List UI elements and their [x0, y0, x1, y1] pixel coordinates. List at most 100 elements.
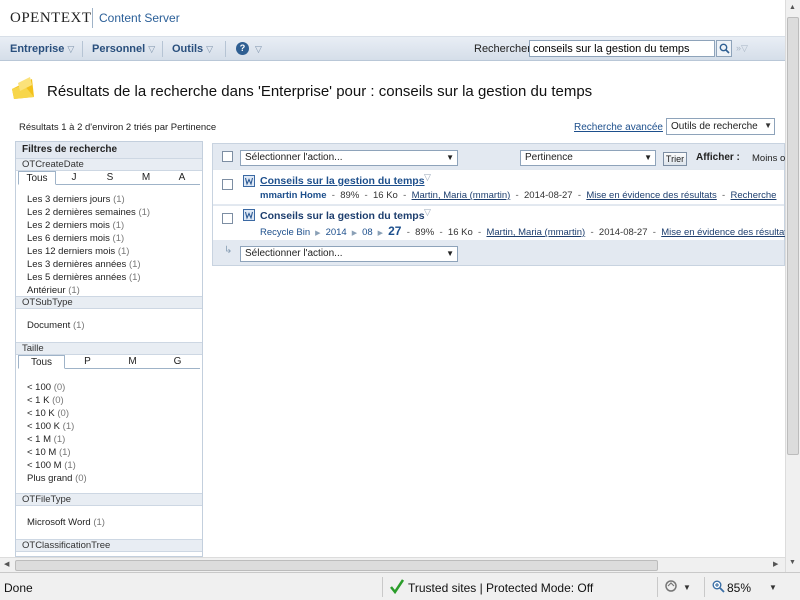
breadcrumb-recycle-bin[interactable]: Recycle Bin: [260, 227, 310, 238]
chevron-down-icon[interactable]: ▼: [769, 583, 777, 592]
facet-header-size[interactable]: Taille: [16, 342, 202, 355]
result-size: 16 Ko: [447, 227, 473, 238]
result-count: Résultats 1 à 2 d'environ 2 triés par Pe…: [19, 122, 217, 133]
scroll-thumb[interactable]: [15, 560, 658, 571]
tab-large[interactable]: G: [155, 355, 200, 368]
word-document-icon: [243, 175, 255, 187]
tab-small[interactable]: P: [65, 355, 110, 368]
facet-header-createdate[interactable]: OTCreateDate: [16, 158, 202, 171]
result-author[interactable]: Martin, Maria (mmartin): [412, 190, 511, 201]
show-value[interactable]: Moins o: [752, 153, 785, 164]
scroll-left-icon[interactable]: ◀: [4, 560, 9, 568]
product-name: Content Server: [99, 11, 180, 25]
help-menu-caret[interactable]: ▽: [252, 43, 262, 55]
date-facet-list: Les 3 derniers jours (1) Les 2 dernières…: [16, 185, 202, 296]
facet-header-subtype[interactable]: OTSubType: [16, 296, 202, 309]
select-all-checkbox[interactable]: [222, 151, 233, 162]
facet-header-classification[interactable]: OTClassificationTree: [16, 539, 202, 552]
breadcrumb-day[interactable]: 27: [388, 224, 401, 238]
chevron-down-icon: ▽: [206, 44, 214, 54]
results-toolbar-bottom: ↳ Sélectionner l'action... ▼: [213, 242, 784, 264]
facet-item[interactable]: < 1 M (1): [27, 433, 191, 446]
brand-header: OPENTEXT Content Server: [0, 0, 785, 37]
facet-item[interactable]: Les 12 derniers mois (1): [27, 245, 191, 258]
chevron-down-icon[interactable]: ▽: [424, 207, 431, 218]
facet-item[interactable]: Plus grand (0): [27, 472, 191, 485]
search-results-icon: [12, 77, 34, 99]
facet-item[interactable]: Les 2 derniers mois (1): [27, 219, 191, 232]
result-author[interactable]: Martin, Maria (mmartin): [486, 227, 585, 238]
highlight-results-link[interactable]: Mise en évidence des résultats: [586, 190, 716, 201]
result-score: 89%: [415, 227, 435, 238]
tab-year[interactable]: A: [164, 171, 200, 184]
advanced-search-link[interactable]: Recherche avancée: [574, 122, 663, 133]
scroll-thumb[interactable]: [787, 17, 799, 455]
tab-all[interactable]: Tous: [18, 171, 56, 185]
action-select-top[interactable]: Sélectionner l'action... ▼: [240, 150, 458, 166]
breadcrumb-year[interactable]: 2014: [326, 227, 347, 238]
vertical-scrollbar[interactable]: ▲ ▼: [785, 0, 800, 572]
result-date: 2014-08-27: [524, 190, 573, 201]
facet-item[interactable]: Les 6 derniers mois (1): [27, 232, 191, 245]
facet-item[interactable]: Les 3 dernières années (1): [27, 258, 191, 271]
chevron-down-icon[interactable]: ▽: [424, 172, 431, 183]
status-separator: [704, 577, 705, 597]
result-date: 2014-08-27: [598, 227, 648, 238]
search-filters-panel: Filtres de recherche OTCreateDate Tous J…: [15, 141, 203, 557]
search-input[interactable]: [529, 40, 715, 57]
facet-item[interactable]: < 100 (0): [27, 381, 191, 394]
size-tabs: Tous P M G: [18, 355, 200, 369]
result-meta: mmartin Home - 89% - 16 Ko - Martin, Mar…: [260, 190, 777, 201]
sort-select[interactable]: Pertinence ▼: [520, 150, 656, 166]
facet-item[interactable]: < 10 M (1): [27, 446, 191, 459]
chevron-down-icon[interactable]: ▼: [683, 583, 691, 592]
similar-search-link[interactable]: Recherche: [731, 190, 777, 201]
help-icon[interactable]: ?: [236, 42, 249, 55]
tab-day[interactable]: J: [56, 171, 92, 184]
search-tools-select[interactable]: Outils de recherche ▼: [666, 118, 775, 135]
scroll-down-icon[interactable]: ▼: [789, 559, 796, 566]
security-zone[interactable]: Trusted sites | Protected Mode: Off: [408, 581, 593, 595]
facet-item[interactable]: Microsoft Word (1): [27, 516, 191, 529]
menu-entreprise[interactable]: Entreprise ▽: [10, 43, 74, 55]
result-checkbox[interactable]: [222, 179, 233, 190]
result-title-link[interactable]: Conseils sur la gestion du temps: [260, 175, 425, 187]
tab-month[interactable]: M: [128, 171, 164, 184]
facet-item[interactable]: Document (1): [27, 319, 191, 332]
search-button[interactable]: [716, 40, 732, 57]
menu-outils[interactable]: Outils ▽: [172, 43, 213, 55]
results-toolbar-top: Sélectionner l'action... ▼ Pertinence ▼ Tr…: [213, 144, 785, 166]
protected-mode-icon[interactable]: [664, 579, 678, 593]
facet-item[interactable]: < 10 K (0): [27, 407, 191, 420]
tab-all[interactable]: Tous: [18, 355, 65, 369]
tab-medium[interactable]: M: [110, 355, 155, 368]
facet-item[interactable]: < 1 K (0): [27, 394, 191, 407]
result-checkbox[interactable]: [222, 213, 233, 224]
facet-item[interactable]: < 100 M (1): [27, 459, 191, 472]
status-separator: [382, 577, 383, 597]
zoom-level[interactable]: 85%: [727, 581, 751, 595]
tab-week[interactable]: S: [92, 171, 128, 184]
chevron-down-icon: ▼: [446, 249, 454, 258]
facet-item[interactable]: Les 5 dernières années (1): [27, 271, 191, 284]
facet-header-filetype[interactable]: OTFileType: [16, 493, 202, 506]
breadcrumb-month[interactable]: 08: [362, 227, 373, 238]
result-title[interactable]: Conseils sur la gestion du temps: [260, 210, 425, 222]
filetype-facet-list: Microsoft Word (1): [16, 506, 202, 539]
scroll-right-icon[interactable]: ▶: [773, 560, 778, 568]
sort-button[interactable]: Trier: [663, 152, 687, 166]
nav-bar: Entreprise ▽ Personnel ▽ Outils ▽ ? ▽ Reche…: [0, 37, 785, 61]
highlight-results-link[interactable]: Mise en évidence des résultats: [661, 227, 791, 238]
action-select-bottom[interactable]: Sélectionner l'action... ▼: [240, 246, 458, 262]
scroll-up-icon[interactable]: ▲: [789, 4, 796, 11]
menu-personnel[interactable]: Personnel ▽: [92, 43, 155, 55]
result-location[interactable]: mmartin Home: [260, 190, 327, 201]
facet-item[interactable]: Les 3 derniers jours (1): [27, 193, 191, 206]
status-text: Done: [4, 581, 33, 595]
search-results: Sélectionner l'action... ▼ Pertinence ▼ Tr…: [212, 143, 792, 266]
horizontal-scrollbar[interactable]: ◀ ▶: [0, 557, 785, 572]
header-divider: [92, 8, 93, 28]
search-options-caret[interactable]: »▽: [736, 43, 748, 54]
facet-item[interactable]: < 100 K (1): [27, 420, 191, 433]
facet-item[interactable]: Les 2 dernières semaines (1): [27, 206, 191, 219]
